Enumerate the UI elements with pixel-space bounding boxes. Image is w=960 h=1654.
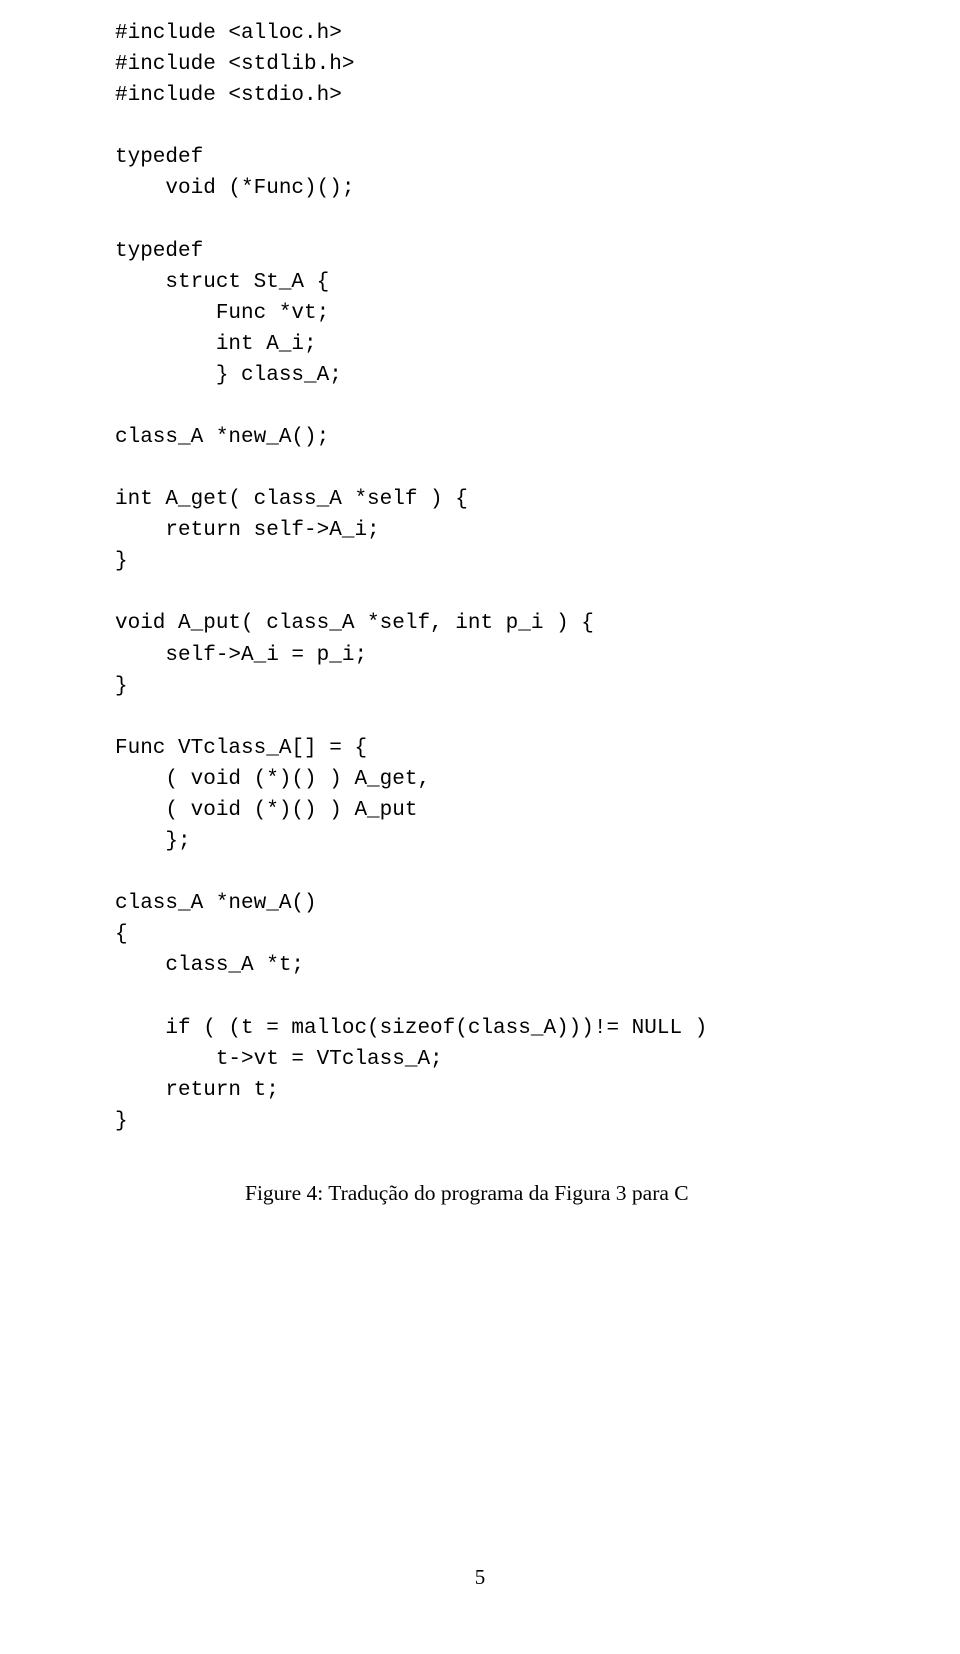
page-number: 5 [0, 1565, 960, 1590]
code-block: #include <alloc.h> #include <stdlib.h> #… [115, 18, 845, 1137]
figure-caption: Figure 4: Tradução do programa da Figura… [245, 1181, 845, 1206]
